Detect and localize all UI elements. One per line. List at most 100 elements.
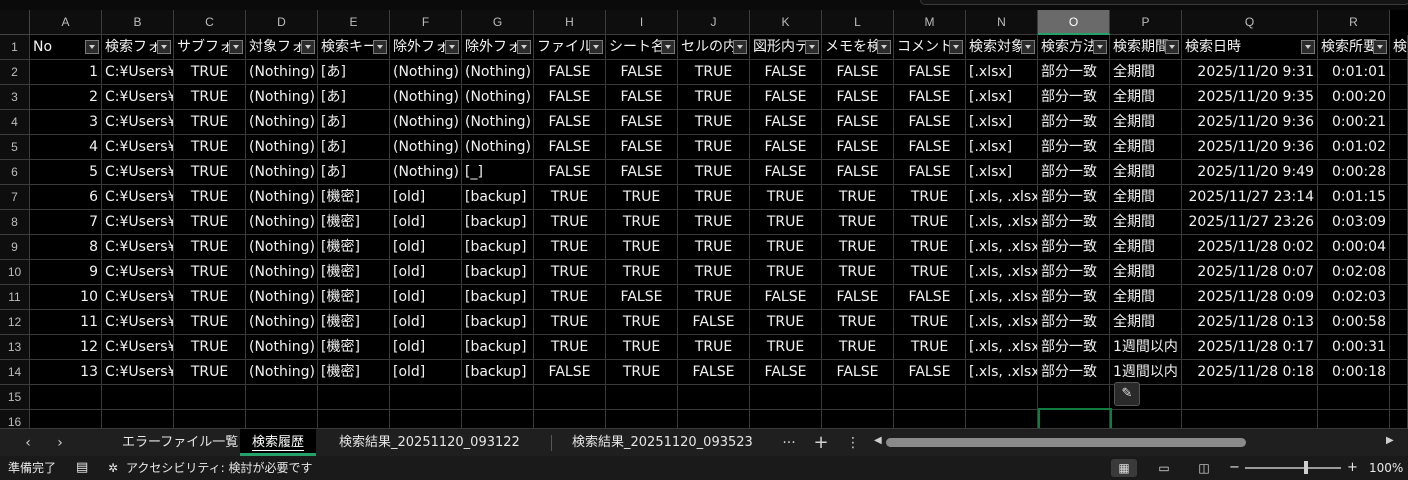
cell-b5[interactable]: C:¥Users¥ bbox=[102, 135, 174, 160]
cell-a3[interactable]: 2 bbox=[30, 85, 102, 110]
empty-cell[interactable] bbox=[1318, 410, 1390, 428]
row-header-12[interactable]: 12 bbox=[0, 310, 30, 335]
scroll-right-icon[interactable]: ▶ bbox=[1386, 435, 1394, 446]
cell-n11[interactable]: [.xls, .xlsx, bbox=[966, 285, 1038, 310]
cell-n12[interactable]: [.xls, .xlsx, bbox=[966, 310, 1038, 335]
cell-f3[interactable]: (Nothing) bbox=[390, 85, 462, 110]
cell-b6[interactable]: C:¥Users¥ bbox=[102, 160, 174, 185]
cell-f4[interactable]: (Nothing) bbox=[390, 110, 462, 135]
empty-cell[interactable] bbox=[246, 385, 318, 410]
cell-c9[interactable]: TRUE bbox=[174, 235, 246, 260]
empty-cell[interactable] bbox=[30, 410, 102, 428]
cell-f11[interactable]: [old] bbox=[390, 285, 462, 310]
empty-cell[interactable] bbox=[1110, 410, 1182, 428]
cell-d10[interactable]: (Nothing) bbox=[246, 260, 318, 285]
cell-d8[interactable]: (Nothing) bbox=[246, 210, 318, 235]
row-header-7[interactable]: 7 bbox=[0, 185, 30, 210]
cell-e13[interactable]: [機密] bbox=[318, 335, 390, 360]
cell-f9[interactable]: [old] bbox=[390, 235, 462, 260]
cell-e4[interactable]: [あ] bbox=[318, 110, 390, 135]
column-header-m[interactable]: M bbox=[894, 10, 966, 35]
cell-g11[interactable]: [backup] bbox=[462, 285, 534, 310]
cell-j11[interactable]: TRUE bbox=[678, 285, 750, 310]
cell-n6[interactable]: [.xlsx] bbox=[966, 160, 1038, 185]
empty-cell[interactable] bbox=[534, 410, 606, 428]
filter-dropdown-icon[interactable] bbox=[805, 40, 819, 54]
empty-cell[interactable] bbox=[966, 385, 1038, 410]
cell-j7[interactable]: TRUE bbox=[678, 185, 750, 210]
zoom-in-button[interactable]: + bbox=[1347, 456, 1358, 480]
cell-q12[interactable]: 2025/11/28 0:13 bbox=[1182, 310, 1318, 335]
cell-c12[interactable]: TRUE bbox=[174, 310, 246, 335]
cell-q6[interactable]: 2025/11/20 9:49 bbox=[1182, 160, 1318, 185]
row-header-6[interactable]: 6 bbox=[0, 160, 30, 185]
header-cell-q[interactable]: 検索日時 bbox=[1182, 35, 1318, 60]
column-header-h[interactable]: H bbox=[534, 10, 606, 35]
cell-i3[interactable]: FALSE bbox=[606, 85, 678, 110]
cell-o14[interactable]: 部分一致 bbox=[1038, 360, 1110, 385]
cell-f6[interactable]: (Nothing) bbox=[390, 160, 462, 185]
cell-g14[interactable]: [backup] bbox=[462, 360, 534, 385]
row-header-1[interactable]: 1 bbox=[0, 35, 30, 60]
header-cell-s[interactable]: 検 bbox=[1390, 35, 1408, 60]
cell-f8[interactable]: [old] bbox=[390, 210, 462, 235]
empty-cell[interactable] bbox=[750, 385, 822, 410]
cell-f13[interactable]: [old] bbox=[390, 335, 462, 360]
cell-a7[interactable]: 6 bbox=[30, 185, 102, 210]
cell-b13[interactable]: C:¥Users¥ bbox=[102, 335, 174, 360]
cell-h5[interactable]: FALSE bbox=[534, 135, 606, 160]
quick-analysis-button[interactable]: ✎ bbox=[1114, 382, 1140, 406]
cell-n14[interactable]: [.xls, .xlsx, bbox=[966, 360, 1038, 385]
cell-k2[interactable]: FALSE bbox=[750, 60, 822, 85]
filter-dropdown-icon[interactable] bbox=[445, 40, 459, 54]
cell-d2[interactable]: (Nothing) bbox=[246, 60, 318, 85]
cell-n9[interactable]: [.xls, .xlsx, bbox=[966, 235, 1038, 260]
cell-k12[interactable]: TRUE bbox=[750, 310, 822, 335]
cell-q3[interactable]: 2025/11/20 9:35 bbox=[1182, 85, 1318, 110]
cell-h11[interactable]: TRUE bbox=[534, 285, 606, 310]
cell-q7[interactable]: 2025/11/27 23:14 bbox=[1182, 185, 1318, 210]
cell-a14[interactable]: 13 bbox=[30, 360, 102, 385]
cell-e10[interactable]: [機密] bbox=[318, 260, 390, 285]
cell-i2[interactable]: FALSE bbox=[606, 60, 678, 85]
cell-c4[interactable]: TRUE bbox=[174, 110, 246, 135]
cell-j14[interactable]: FALSE bbox=[678, 360, 750, 385]
row-header-13[interactable]: 13 bbox=[0, 335, 30, 360]
cell-q2[interactable]: 2025/11/20 9:31 bbox=[1182, 60, 1318, 85]
tab-prev-icon[interactable]: ‹ bbox=[18, 433, 38, 453]
cell-h13[interactable]: TRUE bbox=[534, 335, 606, 360]
filter-dropdown-icon[interactable] bbox=[373, 40, 387, 54]
cell-p9[interactable]: 全期間 bbox=[1110, 235, 1182, 260]
cell-q4[interactable]: 2025/11/20 9:36 bbox=[1182, 110, 1318, 135]
cell-r4[interactable]: 0:00:21 bbox=[1318, 110, 1390, 135]
cell-q13[interactable]: 2025/11/28 0:17 bbox=[1182, 335, 1318, 360]
cell-a11[interactable]: 10 bbox=[30, 285, 102, 310]
cell-s10[interactable] bbox=[1390, 260, 1408, 285]
row-header-3[interactable]: 3 bbox=[0, 85, 30, 110]
row-header-5[interactable]: 5 bbox=[0, 135, 30, 160]
cell-o8[interactable]: 部分一致 bbox=[1038, 210, 1110, 235]
filter-dropdown-icon[interactable] bbox=[877, 40, 891, 54]
cell-s11[interactable] bbox=[1390, 285, 1408, 310]
empty-cell[interactable] bbox=[822, 410, 894, 428]
column-header-a[interactable]: A bbox=[30, 10, 102, 35]
cell-l11[interactable]: FALSE bbox=[822, 285, 894, 310]
add-sheet-button[interactable]: + bbox=[811, 433, 831, 453]
cell-a12[interactable]: 11 bbox=[30, 310, 102, 335]
sheet-options-icon[interactable]: ⋮ bbox=[843, 433, 863, 453]
cell-r14[interactable]: 0:00:18 bbox=[1318, 360, 1390, 385]
cell-b2[interactable]: C:¥Users¥ bbox=[102, 60, 174, 85]
row-header-10[interactable]: 10 bbox=[0, 260, 30, 285]
cell-n2[interactable]: [.xlsx] bbox=[966, 60, 1038, 85]
empty-cell[interactable] bbox=[174, 385, 246, 410]
column-header-d[interactable]: D bbox=[246, 10, 318, 35]
cell-m2[interactable]: FALSE bbox=[894, 60, 966, 85]
cell-r7[interactable]: 0:01:15 bbox=[1318, 185, 1390, 210]
column-header-e[interactable]: E bbox=[318, 10, 390, 35]
cell-k4[interactable]: FALSE bbox=[750, 110, 822, 135]
cell-o4[interactable]: 部分一致 bbox=[1038, 110, 1110, 135]
cell-h2[interactable]: FALSE bbox=[534, 60, 606, 85]
empty-cell[interactable] bbox=[966, 410, 1038, 428]
cell-c10[interactable]: TRUE bbox=[174, 260, 246, 285]
cell-l7[interactable]: TRUE bbox=[822, 185, 894, 210]
